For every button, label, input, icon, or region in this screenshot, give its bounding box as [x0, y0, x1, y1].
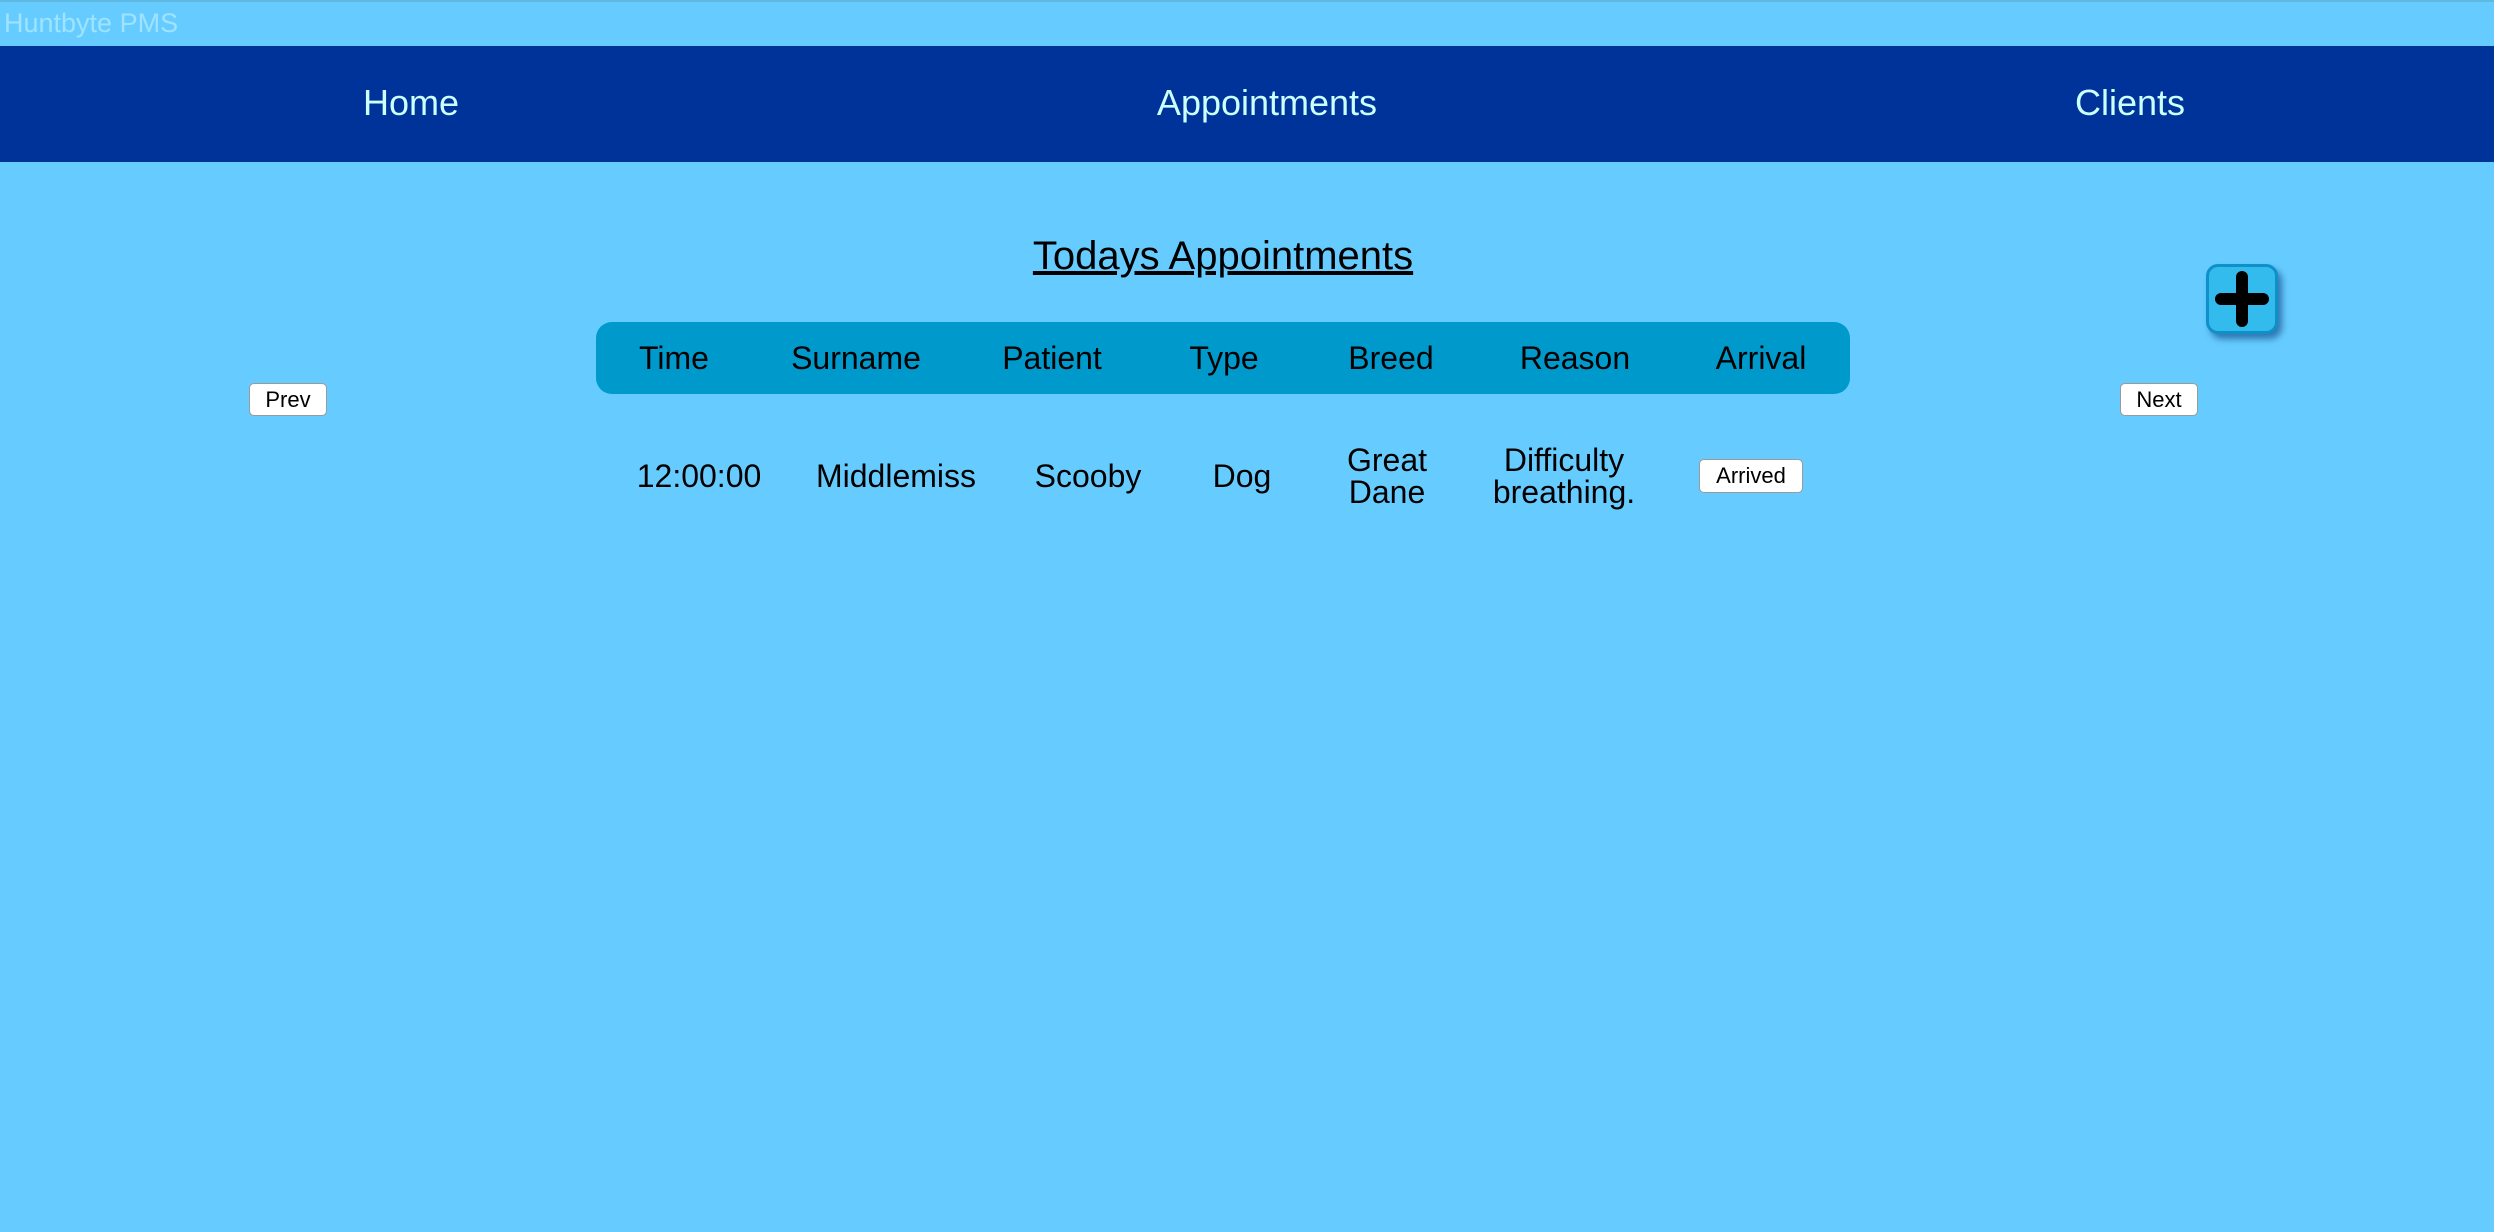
column-header-arrival: Arrival: [1715, 340, 1807, 376]
cell-breed: Great Dane: [1346, 442, 1428, 510]
column-header-surname: Surname: [791, 340, 921, 376]
top-edge: [0, 0, 2494, 2]
column-header-type: Type: [1189, 340, 1259, 376]
cell-surname: Middlemiss: [815, 458, 977, 494]
main-navbar: Home Appointments Clients: [0, 46, 2494, 162]
nav-home-link[interactable]: Home: [363, 46, 459, 162]
column-header-patient: Patient: [1002, 340, 1102, 376]
cell-reason: Difficulty breathing.: [1492, 442, 1636, 510]
column-header-breed: Breed: [1348, 340, 1434, 376]
table-header: Time Surname Patient Type Breed Reason A…: [596, 322, 1850, 394]
app-title: Huntbyte PMS: [4, 8, 179, 38]
prev-button[interactable]: Prev: [249, 383, 327, 416]
column-header-time: Time: [639, 340, 709, 376]
add-appointment-button[interactable]: [2206, 264, 2278, 334]
cell-time: 12:00:00: [636, 458, 762, 494]
column-header-reason: Reason: [1519, 340, 1631, 376]
next-button[interactable]: Next: [2120, 383, 2198, 416]
page-title: Todays Appointments: [1032, 234, 1414, 278]
plus-icon-stroke: [2236, 271, 2248, 327]
cell-patient: Scooby: [1034, 458, 1142, 494]
nav-appointments-link[interactable]: Appointments: [1157, 46, 1377, 162]
cell-type: Dog: [1212, 458, 1272, 494]
arrived-button[interactable]: Arrived: [1699, 459, 1803, 493]
nav-clients-link[interactable]: Clients: [2075, 46, 2185, 162]
